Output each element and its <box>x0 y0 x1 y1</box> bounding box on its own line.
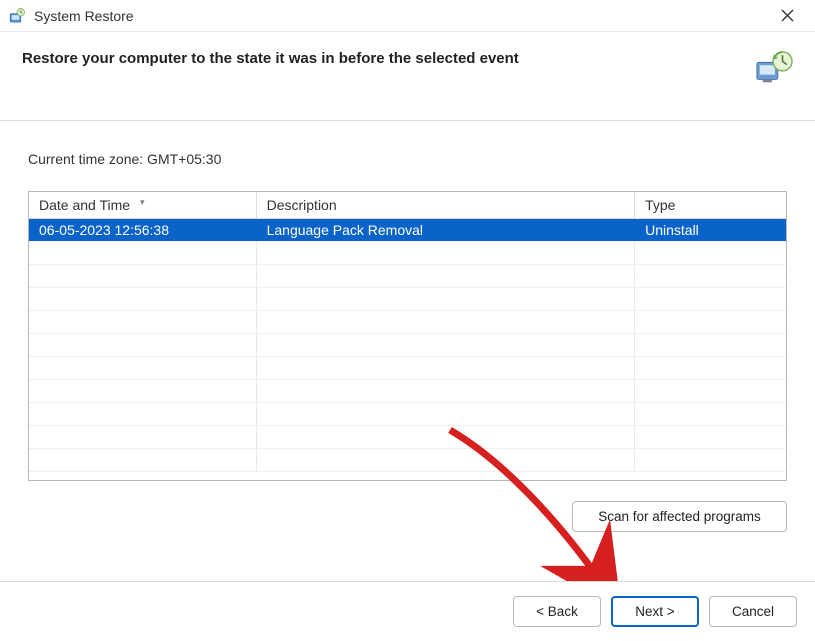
table-row[interactable] <box>29 379 786 402</box>
table-row[interactable] <box>29 287 786 310</box>
table-cell <box>29 333 256 356</box>
table-cell <box>29 356 256 379</box>
column-date-label: Date and Time <box>39 197 130 213</box>
table-row[interactable] <box>29 310 786 333</box>
table-cell: Language Pack Removal <box>256 218 635 241</box>
table-row[interactable] <box>29 356 786 379</box>
table-cell <box>29 448 256 471</box>
restore-icon <box>755 50 793 88</box>
wizard-button-bar: < Back Next > Cancel <box>0 581 815 641</box>
table-row[interactable] <box>29 241 786 264</box>
table-row[interactable] <box>29 448 786 471</box>
table-cell <box>635 448 786 471</box>
close-button[interactable] <box>767 2 807 30</box>
table-row[interactable] <box>29 333 786 356</box>
table-cell: Uninstall <box>635 218 786 241</box>
wizard-header: Restore your computer to the state it wa… <box>0 32 815 121</box>
column-description-label: Description <box>267 197 337 213</box>
table-cell <box>256 333 635 356</box>
table-cell: 06-05-2023 12:56:38 <box>29 218 256 241</box>
table-cell <box>29 310 256 333</box>
table-cell <box>635 310 786 333</box>
table-cell <box>29 287 256 310</box>
table-cell <box>256 448 635 471</box>
table-cell <box>635 425 786 448</box>
restore-points-table[interactable]: Date and Time ▾ Description Type 06-05-2… <box>28 191 787 481</box>
column-date[interactable]: Date and Time ▾ <box>29 192 256 218</box>
table-cell <box>256 402 635 425</box>
table-cell <box>635 356 786 379</box>
page-heading: Restore your computer to the state it wa… <box>22 50 743 67</box>
table-cell <box>29 241 256 264</box>
column-type-label: Type <box>645 197 675 213</box>
table-cell <box>635 379 786 402</box>
table-cell <box>635 287 786 310</box>
window-title: System Restore <box>34 8 767 24</box>
content-area: Current time zone: GMT+05:30 Date and Ti… <box>0 121 815 542</box>
table-cell <box>635 264 786 287</box>
table-cell <box>256 356 635 379</box>
sort-desc-icon: ▾ <box>140 197 145 208</box>
table-cell <box>29 264 256 287</box>
table-cell <box>29 379 256 402</box>
table-cell <box>635 402 786 425</box>
table-cell <box>256 379 635 402</box>
table-row[interactable] <box>29 425 786 448</box>
table-cell <box>256 310 635 333</box>
column-type[interactable]: Type <box>635 192 786 218</box>
timezone-label: Current time zone: GMT+05:30 <box>28 151 787 167</box>
back-button[interactable]: < Back <box>513 596 601 627</box>
scan-programs-button[interactable]: Scan for affected programs <box>572 501 787 532</box>
table-cell <box>635 333 786 356</box>
table-row[interactable] <box>29 402 786 425</box>
next-button[interactable]: Next > <box>611 596 699 627</box>
title-bar: System Restore <box>0 0 815 32</box>
table-cell <box>256 264 635 287</box>
table-cell <box>256 287 635 310</box>
table-row[interactable] <box>29 264 786 287</box>
table-cell <box>29 402 256 425</box>
column-description[interactable]: Description <box>256 192 635 218</box>
table-cell <box>29 425 256 448</box>
table-row[interactable]: 06-05-2023 12:56:38Language Pack Removal… <box>29 218 786 241</box>
cancel-button[interactable]: Cancel <box>709 596 797 627</box>
table-cell <box>256 241 635 264</box>
table-cell <box>256 425 635 448</box>
table-cell <box>635 241 786 264</box>
app-icon <box>8 7 26 25</box>
